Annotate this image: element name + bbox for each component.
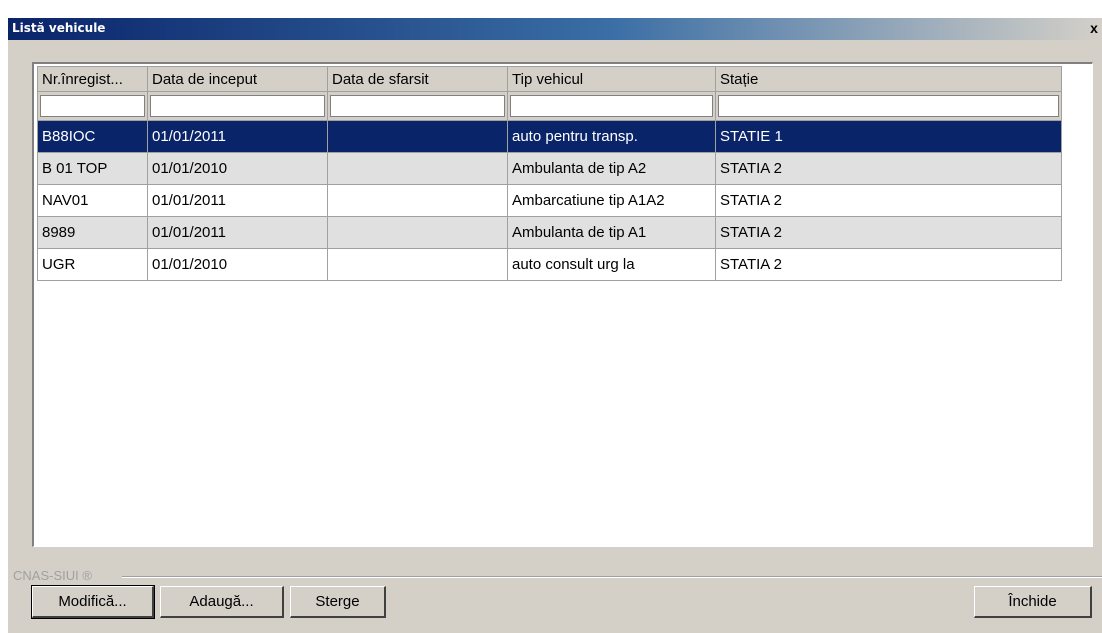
table-row[interactable]: 8989 01/01/2011 Ambulanta de tip A1 STAT… — [37, 216, 1062, 249]
cell-statie: STATIA 2 — [715, 248, 1062, 281]
adauga-button[interactable]: Adaugă... — [160, 586, 284, 618]
vehicle-table: Nr.înregist... Data de inceput Data de s… — [37, 66, 1062, 281]
title-bar[interactable]: Listă vehicule — [8, 18, 1102, 40]
table-row[interactable]: B 01 TOP 01/01/2010 Ambulanta de tip A2 … — [37, 152, 1062, 185]
cell-nr: UGR — [37, 248, 148, 281]
vehicle-list[interactable]: Nr.înregist... Data de inceput Data de s… — [32, 62, 1093, 547]
cell-start: 01/01/2011 — [147, 120, 328, 153]
cell-tip: Ambarcatiune tip A1A2 — [507, 184, 716, 217]
cell-tip: auto pentru transp. — [507, 120, 716, 153]
cell-end — [327, 120, 508, 153]
cell-start: 01/01/2011 — [147, 184, 328, 217]
window-title: Listă vehicule — [12, 21, 106, 35]
filter-cell — [327, 91, 508, 121]
table-row[interactable]: NAV01 01/01/2011 Ambarcatiune tip A1A2 S… — [37, 184, 1062, 217]
cell-end — [327, 152, 508, 185]
column-header-nr[interactable]: Nr.înregist... — [37, 66, 148, 92]
filter-statie-input[interactable] — [718, 95, 1059, 117]
filter-cell — [37, 91, 148, 121]
filter-tip-vehicul-input[interactable] — [510, 95, 713, 117]
cell-tip: auto consult urg la — [507, 248, 716, 281]
group-divider — [122, 576, 1102, 578]
vehicle-list-window: Listă vehicule Nr.înregist... Data de in… — [8, 18, 1102, 633]
column-header-statie[interactable]: Stație — [715, 66, 1062, 92]
cell-statie: STATIA 2 — [715, 184, 1062, 217]
cell-nr: B88IOC — [37, 120, 148, 153]
modifica-button[interactable]: Modifică... — [31, 585, 155, 619]
table-row[interactable]: UGR 01/01/2010 auto consult urg la STATI… — [37, 248, 1062, 281]
column-header-data-inceput[interactable]: Data de inceput — [147, 66, 328, 92]
cell-end — [327, 184, 508, 217]
column-header-tip-vehicul[interactable]: Tip vehicul — [507, 66, 716, 92]
cell-nr: 8989 — [37, 216, 148, 249]
cell-statie: STATIA 2 — [715, 216, 1062, 249]
filter-data-inceput-input[interactable] — [150, 95, 325, 117]
close-icon[interactable]: x — [1086, 20, 1102, 36]
filter-cell — [507, 91, 716, 121]
cell-statie: STATIE 1 — [715, 120, 1062, 153]
column-header-data-sfarsit[interactable]: Data de sfarsit — [327, 66, 508, 92]
cell-start: 01/01/2010 — [147, 152, 328, 185]
filter-cell — [715, 91, 1062, 121]
cell-tip: Ambulanta de tip A1 — [507, 216, 716, 249]
cell-end — [327, 216, 508, 249]
table-row[interactable]: B88IOC 01/01/2011 auto pentru transp. ST… — [37, 120, 1062, 153]
cell-tip: Ambulanta de tip A2 — [507, 152, 716, 185]
cell-statie: STATIA 2 — [715, 152, 1062, 185]
filter-nr-input[interactable] — [40, 95, 145, 117]
filter-data-sfarsit-input[interactable] — [330, 95, 505, 117]
cell-nr: NAV01 — [37, 184, 148, 217]
cell-nr: B 01 TOP — [37, 152, 148, 185]
cell-start: 01/01/2011 — [147, 216, 328, 249]
inchide-button[interactable]: Închide — [974, 586, 1092, 618]
cell-end — [327, 248, 508, 281]
filter-cell — [147, 91, 328, 121]
sterge-button[interactable]: Sterge — [290, 586, 386, 618]
cell-start: 01/01/2010 — [147, 248, 328, 281]
group-label: CNAS-SIUI ® — [13, 568, 92, 583]
